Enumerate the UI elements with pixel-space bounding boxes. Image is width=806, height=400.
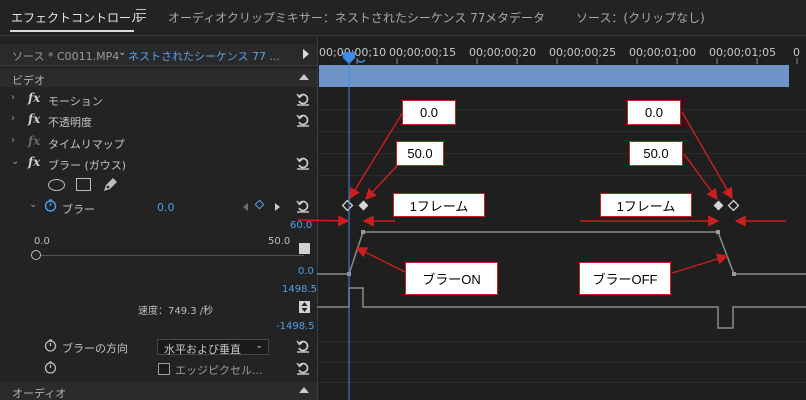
reset-icon[interactable] (296, 199, 310, 213)
effect-row-opacity[interactable]: › fx 不透明度 (0, 110, 317, 130)
effect-label: ブラー (ガウス) (48, 159, 127, 172)
playhead-handle[interactable] (343, 52, 355, 64)
stopwatch-icon[interactable] (44, 199, 57, 212)
repeat-edge-pixels-checkbox[interactable] (158, 363, 170, 375)
keyframe-diamond[interactable] (713, 200, 724, 211)
chevron-right-icon[interactable]: › (11, 92, 15, 103)
annotation-blur-on-box: ブラーON (405, 262, 498, 295)
collapse-up-icon[interactable] (299, 387, 309, 393)
effect-row-time-remap[interactable]: › fx タイムリマップ (0, 132, 317, 152)
blur-param-label: ブラー (62, 203, 95, 216)
value-curve (317, 231, 806, 275)
annotation-value-box: 50.0 (629, 141, 683, 166)
tab-source[interactable]: ソース：(クリップなし) (576, 9, 705, 26)
chevron-down-icon[interactable]: ⌄ (29, 199, 37, 210)
effect-label: 不透明度 (48, 116, 92, 129)
collapse-up-icon[interactable] (299, 74, 309, 80)
slider-max-value: 50.0 (268, 236, 291, 247)
graph-bottom-value: 0.0 (298, 266, 314, 277)
blur-value[interactable]: 0.0 (157, 201, 175, 214)
active-tab-indicator (10, 30, 134, 32)
graph-keyframe-point[interactable] (716, 230, 720, 234)
tab-audio-clip-mixer[interactable]: オーディオクリップミキサー：ネストされたシーケンス 77 (168, 9, 485, 26)
section-label: ビデオ (12, 74, 45, 87)
ellipse-mask-icon[interactable] (48, 179, 65, 191)
annotation-blur-off-box: ブラーOFF (579, 262, 671, 295)
reset-icon[interactable] (296, 361, 310, 375)
next-keyframe-icon[interactable] (275, 203, 280, 211)
annotation-value-box: 50.0 (396, 141, 444, 166)
effect-row-motion[interactable]: › fx モーション (0, 89, 317, 109)
velocity-curve (317, 287, 806, 329)
panel-menu-icon[interactable] (136, 9, 146, 21)
reset-icon[interactable] (296, 113, 310, 127)
graph-keyframe-point[interactable] (732, 272, 736, 276)
chevron-down-icon[interactable]: ⌄ (11, 156, 19, 167)
sequence-clip-tab[interactable]: ネストされたシーケンス 77 ... (128, 48, 280, 64)
keyframe-diamond[interactable] (341, 199, 354, 212)
graph-toggle-button[interactable] (299, 243, 310, 254)
effect-row-gaussian-blur[interactable]: ⌄ fx ブラー (ガウス) (0, 153, 317, 173)
graph-top-value: 60.0 (290, 220, 313, 231)
section-label: オーディオ (12, 387, 67, 400)
fx-icon[interactable]: fx (28, 91, 40, 105)
annotation-frame-box: 1フレーム (393, 193, 485, 217)
slider-min-value: 0.0 (34, 236, 50, 247)
source-sequence-bar: ソース * C0011.MP4 ⌄ ネストされたシーケンス 77 ... (0, 44, 317, 66)
video-section-header: ビデオ (0, 69, 317, 87)
tab-metadata[interactable]: メタデータ (485, 9, 545, 26)
source-clip-tab[interactable]: ソース * C0011.MP4 (12, 48, 119, 64)
velocity-label: 速度：749.3 /秒 (138, 306, 214, 317)
direction-label: ブラーの方向 (62, 342, 128, 355)
graph-keyframe-point[interactable] (361, 230, 365, 234)
chevron-down-icon[interactable]: ⌄ (118, 47, 126, 58)
keyframe-diamond[interactable] (358, 200, 369, 211)
blur-slider-track[interactable] (40, 255, 304, 256)
reset-icon[interactable] (296, 339, 310, 353)
blur-direction-dropdown[interactable]: 水平および垂直 ⌄ (157, 339, 269, 356)
velocity-bottom-value: -1498.5 (276, 321, 315, 332)
play-only-icon[interactable] (303, 49, 309, 59)
chevron-right-icon[interactable]: › (11, 113, 15, 124)
velocity-top-value: 1498.5 (282, 284, 317, 295)
keyframe-graph[interactable] (317, 36, 806, 400)
pen-mask-icon[interactable] (101, 176, 119, 194)
effect-label: モーション (48, 95, 103, 108)
annotation-value-box: 0.0 (402, 100, 456, 125)
panel-tab-bar: エフェクトコントロール オーディオクリップミキサー：ネストされたシーケンス 77… (0, 0, 806, 36)
annotation-value-box: 0.0 (627, 100, 681, 125)
blur-slider-knob[interactable] (31, 250, 41, 260)
velocity-toggle-icon[interactable] (299, 301, 310, 313)
rectangle-mask-icon[interactable] (76, 178, 91, 191)
stopwatch-icon[interactable] (44, 361, 57, 374)
chevron-down-icon: ⌄ (255, 341, 263, 351)
previous-keyframe-icon[interactable] (243, 203, 248, 211)
effect-label: タイムリマップ (48, 138, 125, 151)
chevron-right-icon[interactable]: › (11, 135, 15, 146)
checkbox-label: エッジピクセル... (175, 364, 263, 377)
reset-icon[interactable] (296, 92, 310, 106)
fx-icon[interactable]: fx (28, 155, 40, 169)
dropdown-value: 水平および垂直 (164, 343, 241, 356)
stopwatch-icon[interactable] (44, 339, 57, 352)
fx-icon: fx (28, 134, 41, 148)
keyframe-diamond[interactable] (727, 199, 740, 212)
reset-icon[interactable] (296, 156, 310, 170)
annotation-frame-box: 1フレーム (600, 193, 692, 217)
fx-icon[interactable]: fx (28, 112, 40, 126)
audio-section-header: オーディオ (0, 382, 317, 400)
tab-effect-controls[interactable]: エフェクトコントロール (11, 9, 143, 26)
